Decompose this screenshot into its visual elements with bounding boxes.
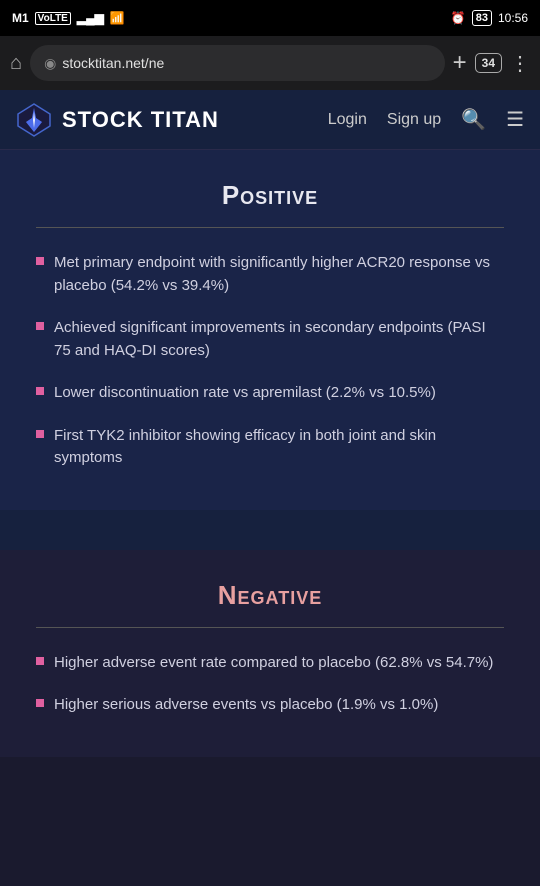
bullet-icon [36, 387, 44, 395]
carrier-label: M1 [12, 11, 29, 25]
bullet-icon [36, 257, 44, 265]
list-item: Achieved significant improvements in sec… [36, 317, 504, 362]
bullet-icon [36, 430, 44, 438]
logo-text: STOCK TITAN [62, 107, 219, 133]
menu-icon[interactable]: ☰ [506, 107, 524, 132]
bullet-text: First TYK2 inhibitor showing efficacy in… [54, 425, 504, 470]
bullet-icon [36, 657, 44, 665]
bullet-text: Higher serious adverse events vs placebo… [54, 694, 438, 717]
nav-bar: STOCK TITAN Login Sign up 🔍 ☰ [0, 90, 540, 150]
negative-bullet-list: Higher adverse event rate compared to pl… [36, 652, 504, 717]
url-bar[interactable]: ◉ stocktitan.net/ne [30, 45, 445, 81]
battery-level: 83 [472, 10, 492, 26]
status-bar: M1 VoLTE ▂▄▆ 📶 ⏰ 83 10:56 [0, 0, 540, 36]
time-display: 10:56 [498, 11, 528, 25]
list-item: Lower discontinuation rate vs apremilast… [36, 382, 504, 405]
positive-divider [36, 227, 504, 228]
signup-link[interactable]: Sign up [387, 111, 441, 129]
bullet-text: Achieved significant improvements in sec… [54, 317, 504, 362]
volte-badge: VoLTE [35, 12, 71, 25]
nav-links: Login Sign up 🔍 ☰ [328, 107, 524, 132]
list-item: Met primary endpoint with significantly … [36, 252, 504, 297]
alarm-icon: ⏰ [451, 11, 466, 25]
stock-titan-logo-icon [16, 102, 52, 138]
negative-title: Negative [36, 580, 504, 611]
bullet-icon [36, 699, 44, 707]
status-right: ⏰ 83 10:56 [451, 10, 528, 26]
home-button[interactable]: ⌂ [10, 52, 22, 75]
positive-title: Positive [36, 180, 504, 211]
positive-section: Positive Met primary endpoint with signi… [0, 150, 540, 510]
bullet-text: Lower discontinuation rate vs apremilast… [54, 382, 436, 405]
bullet-text: Met primary endpoint with significantly … [54, 252, 504, 297]
signal-icon: ▂▄▆ [77, 11, 104, 25]
url-text: stocktitan.net/ne [62, 55, 430, 71]
more-options-button[interactable]: ⋮ [510, 51, 530, 76]
login-link[interactable]: Login [328, 111, 367, 129]
positive-bullet-list: Met primary endpoint with significantly … [36, 252, 504, 470]
url-security-icon: ◉ [44, 55, 56, 72]
list-item: First TYK2 inhibitor showing efficacy in… [36, 425, 504, 470]
negative-divider [36, 627, 504, 628]
tab-count-badge[interactable]: 34 [475, 53, 502, 73]
main-content: Positive Met primary endpoint with signi… [0, 150, 540, 757]
bullet-text: Higher adverse event rate compared to pl… [54, 652, 493, 675]
status-left: M1 VoLTE ▂▄▆ 📶 [12, 11, 125, 25]
add-tab-button[interactable]: + [453, 49, 467, 77]
list-item: Higher adverse event rate compared to pl… [36, 652, 504, 675]
wifi-icon: 📶 [110, 11, 125, 25]
list-item: Higher serious adverse events vs placebo… [36, 694, 504, 717]
negative-section: Negative Higher adverse event rate compa… [0, 550, 540, 757]
browser-bar: ⌂ ◉ stocktitan.net/ne + 34 ⋮ [0, 36, 540, 90]
search-icon[interactable]: 🔍 [461, 107, 486, 132]
section-gap [0, 510, 540, 530]
bullet-icon [36, 322, 44, 330]
nav-logo: STOCK TITAN [16, 102, 328, 138]
